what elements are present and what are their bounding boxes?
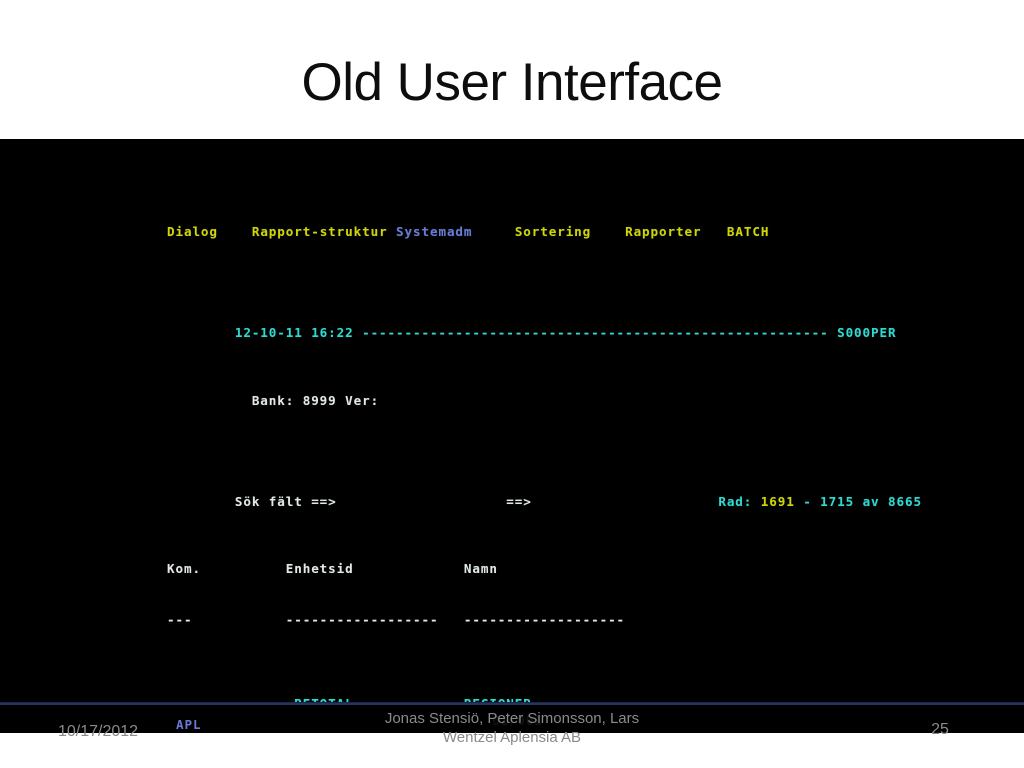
menu-item-systemadm[interactable]: Systemadm — [396, 224, 472, 241]
terminal-screenshot: Dialog Rapport-struktur Systemadm Sorter… — [0, 139, 1024, 713]
status-datetime: 12-10-11 16:22 — [234, 325, 354, 341]
apl-label: APL — [176, 717, 202, 732]
footer-date: 10/17/2012 — [58, 723, 139, 740]
menu-item-dialog[interactable]: Dialog — [167, 224, 218, 241]
slide-canvas: Old User Interface Dialog Rapport-strukt… — [0, 0, 1024, 768]
rad-from: 1691 — [760, 493, 795, 509]
footer-page-number: 25 — [931, 721, 949, 738]
terminal-text-grid: Dialog Rapport-struktur Systemadm Sorter… — [167, 157, 922, 713]
rad-label: Rad: — [718, 493, 753, 509]
rad-dash: - — [803, 493, 812, 509]
menu-item-sortering[interactable]: Sortering — [515, 224, 591, 241]
status-screen-id: S000PER — [837, 325, 897, 341]
terminal-menubar[interactable]: Dialog Rapport-struktur Systemadm Sorter… — [167, 224, 922, 241]
menu-item-batch[interactable]: BATCH — [727, 224, 769, 241]
column-headers: Kom. Enhetsid Namn — [167, 561, 498, 577]
terminal-status-line: 12-10-11 16:22 -------------------------… — [167, 309, 922, 340]
rad-to: 1715 — [820, 493, 855, 509]
rad-total: 8665 — [888, 493, 922, 509]
footer-credit: Jonas Stensiö, Peter Simonsson, Lars Wen… — [384, 710, 640, 746]
search-field-prompt[interactable]: Sök fält ==> ==> — [235, 494, 532, 509]
search-and-rad-line[interactable]: Sök fält ==> ==> Rad: 1691 - 1715 av 866… — [167, 477, 922, 509]
page-title: Old User Interface — [301, 53, 723, 112]
bank-line: Bank: 8999 Ver: — [167, 392, 380, 408]
rad-av: av — [862, 493, 880, 509]
menu-item-rapporter[interactable]: Rapporter — [625, 224, 701, 241]
status-separator: ----------------------------------------… — [362, 325, 829, 341]
column-header-rules: --- ------------------ -----------------… — [167, 611, 626, 627]
menu-item-rapport-struktur[interactable]: Rapport-struktur — [252, 224, 388, 241]
